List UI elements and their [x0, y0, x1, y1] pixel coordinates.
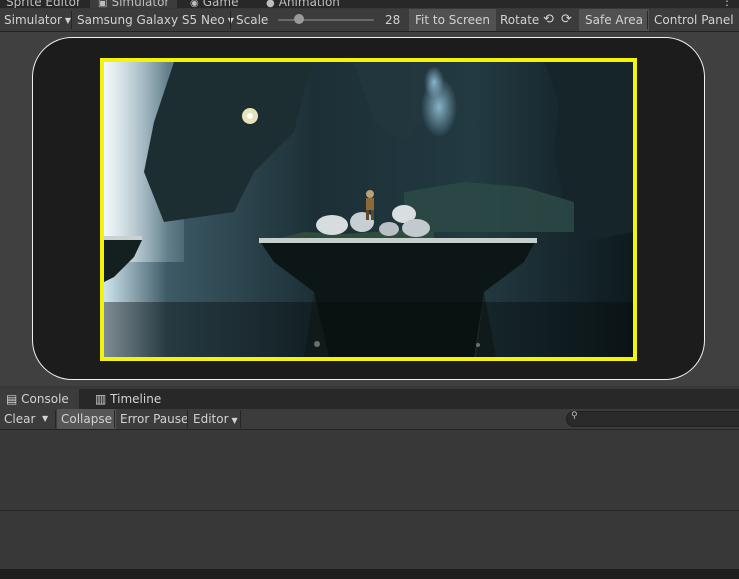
animation-icon: ● [266, 0, 275, 8]
console-log-list[interactable] [0, 430, 739, 511]
simulator-toolbar: Simulator▼ Samsung Galaxy S5 Neo▼ Scale … [0, 9, 739, 32]
console-search-input[interactable]: ⚲ [566, 411, 739, 427]
tab-sprite-editor[interactable]: Sprite Editor [6, 0, 81, 8]
console-tab-strip: ▤ Console ▥ Timeline [0, 389, 739, 409]
clear-button[interactable]: Clear [4, 409, 35, 429]
chevron-down-icon: ▼ [231, 416, 238, 425]
rotate-label: Rotate [500, 13, 540, 27]
console-icon: ▤ [6, 392, 18, 406]
clear-options-chevron-down-icon[interactable]: ▼ [42, 409, 48, 429]
divider [187, 410, 188, 428]
scale-slider-thumb[interactable] [294, 14, 304, 24]
tab-label: Sprite Editor [6, 0, 81, 8]
divider [71, 11, 72, 29]
scale-slider-track[interactable] [278, 19, 374, 21]
tab-game[interactable]: ◉ Game [190, 0, 238, 8]
tab-label: Simulator [111, 0, 170, 8]
mode-label: Simulator [4, 13, 62, 27]
control-panel-button[interactable]: Control Panel [654, 9, 734, 31]
collapse-toggle[interactable]: Collapse [57, 409, 116, 429]
divider [114, 410, 115, 428]
console-detail-pane[interactable] [0, 511, 739, 569]
tab-console[interactable]: ▤ Console [0, 389, 79, 409]
divider [240, 410, 241, 428]
rotate-right-icon[interactable]: ⟳ [561, 9, 572, 31]
search-icon: ⚲ [571, 411, 578, 421]
error-pause-toggle[interactable]: Error Pause [120, 409, 188, 429]
device-dropdown[interactable]: Samsung Galaxy S5 Neo▼ [77, 9, 234, 31]
tab-timeline[interactable]: ▥ Timeline [95, 389, 161, 409]
device-label: Samsung Galaxy S5 Neo [77, 13, 225, 27]
timeline-icon: ▥ [95, 392, 107, 406]
fit-to-screen-button[interactable]: Fit to Screen [409, 9, 496, 31]
game-view[interactable] [100, 58, 637, 361]
gamepad-icon: ◉ [190, 0, 199, 8]
more-options-icon[interactable]: ⋮ [721, 0, 733, 8]
divider [230, 11, 231, 29]
simulator-icon: ▣ [98, 0, 108, 8]
tab-label: Timeline [110, 392, 162, 406]
game-scene-image [104, 62, 633, 357]
tab-animation[interactable]: ● Animation [266, 0, 340, 8]
scale-value: 28 [385, 13, 401, 27]
rotate-left-icon[interactable]: ⟲ [543, 9, 554, 31]
tab-label: Console [21, 392, 69, 406]
tab-label: Animation [278, 0, 340, 8]
divider [55, 410, 56, 428]
divider [647, 11, 648, 29]
editor-label: Editor [193, 412, 229, 426]
mode-dropdown[interactable]: Simulator ▼ [4, 9, 71, 31]
editor-tab-strip: Sprite Editor ▣ Simulator ◉ Game ● Animatio… [0, 0, 739, 8]
status-bar [0, 569, 739, 579]
tab-label: Game [202, 0, 239, 8]
safe-area-toggle[interactable]: Safe Area [579, 9, 650, 31]
scale-label: Scale [236, 13, 269, 27]
tab-simulator[interactable]: ▣ Simulator [90, 0, 178, 8]
editor-dropdown[interactable]: Editor ▼ [193, 409, 238, 429]
